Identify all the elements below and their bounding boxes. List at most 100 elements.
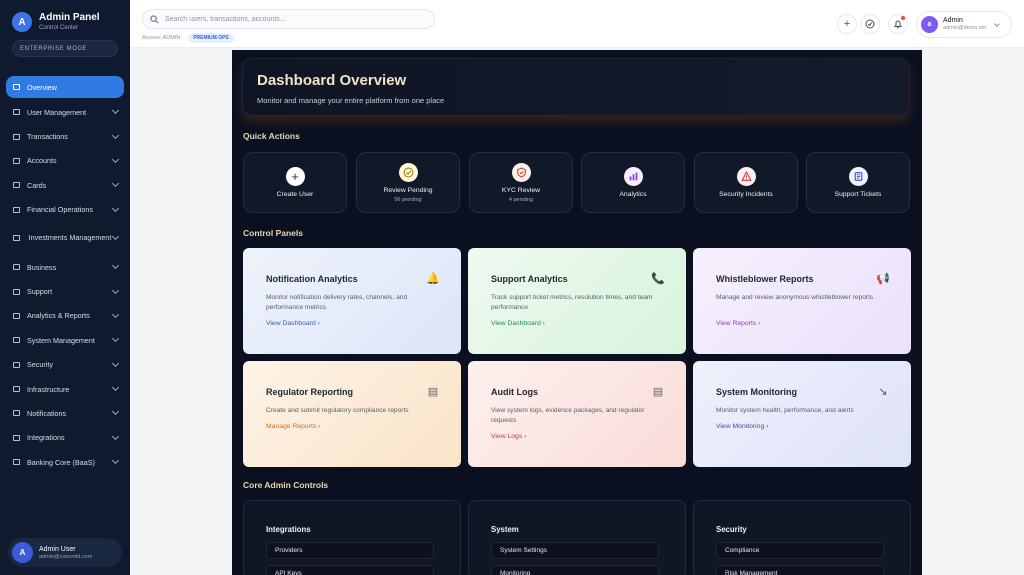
chevron-down-icon: [111, 286, 120, 294]
quick-action-label: Review Pending: [383, 186, 433, 194]
core-group-title: Security: [716, 525, 747, 534]
sidebar-item-investments-management[interactable]: Investments Management: [6, 222, 124, 255]
mode-badge: ENTERPRISE MODE: [12, 40, 118, 57]
card-icon: [12, 181, 21, 190]
tasks-button[interactable]: [860, 14, 880, 34]
headset-icon: [12, 287, 21, 296]
card-title: Support Analytics: [491, 274, 568, 284]
access-label: Access: ADMIN: [142, 35, 181, 41]
quick-action-support-tickets[interactable]: Support Tickets: [806, 152, 910, 213]
analytics-icon: [12, 311, 21, 320]
sidebar-item-accounts[interactable]: Accounts: [6, 149, 124, 173]
notifications-button[interactable]: [888, 14, 908, 34]
sidebar-item-label: Integrations: [27, 433, 65, 443]
chevron-down-icon: [111, 180, 120, 188]
warning-icon: [736, 167, 756, 186]
view-logs-link[interactable]: View Logs ›: [491, 433, 526, 440]
quick-action-label: Analytics: [619, 191, 647, 198]
sidebar-item-transactions[interactable]: Transactions: [6, 124, 124, 148]
server-icon: [12, 385, 21, 394]
view-dashboard-link[interactable]: View Dashboard ›: [266, 320, 320, 327]
quick-action-security-incidents[interactable]: Security Incidents: [694, 152, 798, 213]
account-menu[interactable]: a Admin admin@demo.sm: [916, 11, 1012, 38]
chevron-down-icon: [111, 408, 120, 416]
sidebar-item-label: Business: [27, 262, 57, 272]
megaphone-icon: 📢: [876, 272, 890, 285]
search-bar[interactable]: [142, 9, 435, 29]
briefcase-icon: [12, 263, 21, 272]
view-dashboard-link[interactable]: View Dashboard ›: [491, 320, 545, 327]
sidebar-item-label: Security: [27, 360, 53, 370]
sidebar-item-label: Transactions: [27, 132, 68, 142]
page-subtitle: Monitor and manage your entire platform …: [257, 96, 445, 105]
bell-icon: [893, 20, 903, 29]
sidebar-item-financial-operations[interactable]: Financial Operations: [6, 198, 124, 222]
core-group-title: System: [491, 525, 519, 534]
view-monitoring-link[interactable]: View Monitoring ›: [716, 423, 768, 430]
chevron-down-icon: [111, 359, 120, 367]
card-regulator-reporting[interactable]: Regulator Reporting ▤ Create and submit …: [243, 361, 461, 467]
sidebar-item-banking-core[interactable]: Banking Core (BaaS): [6, 450, 124, 474]
sidebar-item-security[interactable]: Security: [6, 353, 124, 377]
chevron-down-icon: [111, 233, 120, 241]
settings-icon: [12, 336, 21, 345]
card-description: Monitor system health, performance, and …: [716, 407, 854, 414]
quick-action-analytics[interactable]: Analytics: [581, 152, 685, 213]
core-group-title: Integrations: [266, 525, 311, 534]
chevron-down-icon: [111, 155, 120, 164]
card-whistleblower-reports[interactable]: Whistleblower Reports 📢 Manage and revie…: [693, 248, 911, 354]
core-group-system: System System Settings Monitoring: [468, 500, 686, 575]
sidebar: A Admin Panel Control Center ENTERPRISE …: [0, 0, 130, 575]
core-link-api-keys[interactable]: API Keys: [266, 565, 434, 575]
admin-email: admin@demo.sm: [943, 25, 987, 31]
sidebar-item-notifications[interactable]: Notifications: [6, 401, 124, 425]
brand-subtitle: Control Center: [39, 25, 79, 31]
card-notification-analytics[interactable]: Notification Analytics 🔔 Monitor notific…: [243, 248, 461, 354]
sidebar-item-label: Investments Management: [28, 233, 112, 243]
sidebar-item-analytics-reports[interactable]: Analytics & Reports: [6, 304, 124, 328]
sidebar-item-overview[interactable]: Overview: [6, 76, 124, 98]
brand[interactable]: A Admin Panel Control Center: [12, 12, 100, 32]
check-circle-icon: [865, 19, 875, 29]
quick-action-kyc-review[interactable]: KYC Review 4 pending: [469, 152, 573, 213]
sidebar-item-cards[interactable]: Cards: [6, 173, 124, 197]
sidebar-item-business[interactable]: Business: [6, 255, 124, 279]
phone-icon: 📞: [651, 272, 665, 285]
add-button[interactable]: +: [837, 14, 857, 34]
chevron-down-icon: [111, 335, 120, 343]
card-description: Monitor notification delivery rates, cha…: [266, 294, 408, 311]
chevron-down-icon: [111, 310, 120, 318]
brand-logo: A: [12, 12, 32, 32]
bar-chart-icon: [623, 167, 643, 186]
sidebar-item-label: Accounts: [27, 156, 57, 166]
sidebar-item-user-management[interactable]: User Management: [6, 100, 124, 124]
sidebar-item-support[interactable]: Support: [6, 279, 124, 303]
manage-reports-link[interactable]: Manage Reports ›: [266, 423, 320, 430]
bell-icon: 🔔: [426, 272, 440, 285]
core-link-compliance[interactable]: Compliance: [716, 542, 884, 559]
core-group-security: Security Compliance Risk Management: [693, 500, 911, 575]
sidebar-item-infrastructure[interactable]: Infrastructure: [6, 377, 124, 401]
sidebar-item-label: System Management: [27, 335, 95, 345]
chevron-down-icon: [111, 107, 120, 115]
sidebar-item-integrations[interactable]: Integrations: [6, 426, 124, 450]
card-audit-logs[interactable]: Audit Logs ▤ View system logs, evidence …: [468, 361, 686, 467]
card-support-analytics[interactable]: Support Analytics 📞 Track support ticket…: [468, 248, 686, 354]
core-link-monitoring[interactable]: Monitoring: [491, 565, 659, 575]
sidebar-item-system-management[interactable]: System Management: [6, 328, 124, 352]
search-input[interactable]: [165, 15, 415, 23]
core-link-system-settings[interactable]: System Settings: [491, 542, 659, 559]
investment-icon: [12, 234, 21, 243]
card-description: Manage and review anonymous whistleblowe…: [716, 294, 874, 301]
ticket-icon: [848, 167, 868, 186]
card-title: System Monitoring: [716, 387, 798, 397]
quick-action-review-pending[interactable]: Review Pending 56 pending: [356, 152, 460, 213]
sidebar-user-card[interactable]: A Admin User admin@corevold.com: [8, 538, 122, 567]
core-link-risk-management[interactable]: Risk Management: [716, 565, 884, 575]
chevron-down-icon: [111, 131, 120, 139]
quick-action-create-user[interactable]: + Create User: [243, 152, 347, 213]
core-link-providers[interactable]: Providers: [266, 542, 434, 559]
view-reports-link[interactable]: View Reports ›: [716, 320, 760, 327]
sidebar-item-label: User Management: [27, 107, 87, 117]
card-system-monitoring[interactable]: System Monitoring ↘ Monitor system healt…: [693, 361, 911, 467]
